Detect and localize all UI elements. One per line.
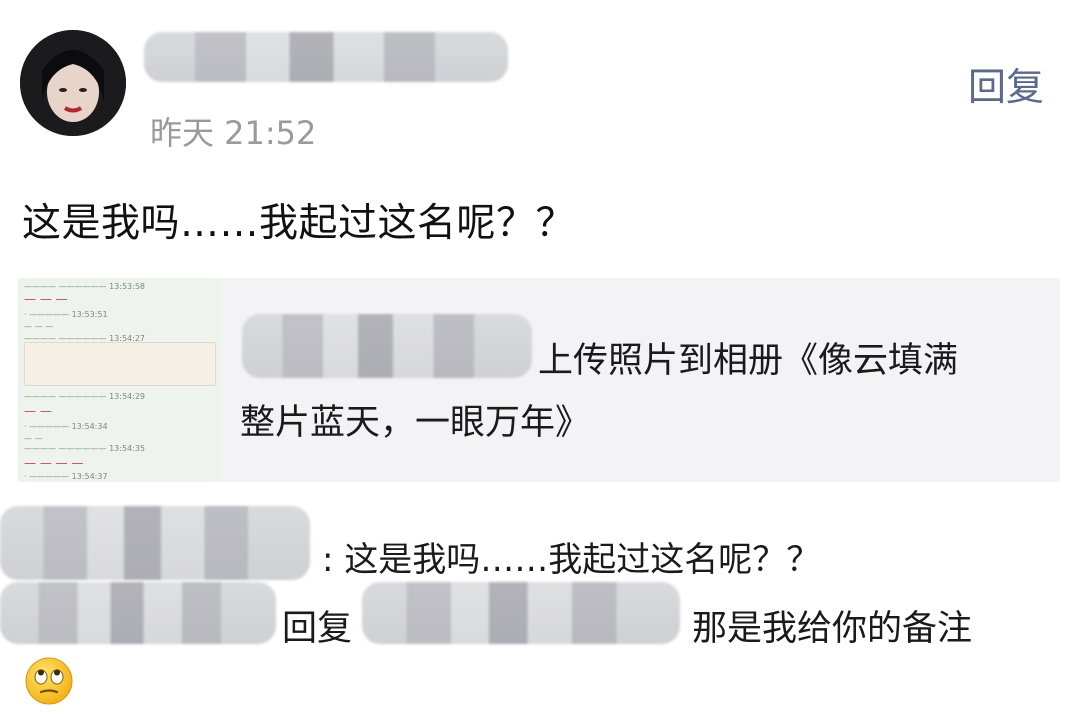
eye-roll-emoji-icon bbox=[24, 656, 74, 706]
shared-album-card[interactable]: ———— —————— 13:53:58 — — — · ————— 13:53… bbox=[18, 278, 1060, 482]
reply-word: 回复 bbox=[282, 609, 353, 649]
reply-button[interactable]: 回复 bbox=[968, 56, 1044, 111]
blurred-commenter-name[interactable] bbox=[0, 506, 310, 580]
album-thumbnail: ———— —————— 13:53:58 — — — · ————— 13:53… bbox=[18, 278, 222, 482]
blurred-reply-target-name[interactable] bbox=[362, 582, 680, 644]
album-share-line-2: 整片蓝天，一眼万年》 bbox=[240, 403, 591, 443]
blurred-username[interactable] bbox=[144, 32, 508, 82]
blurred-replier-name[interactable] bbox=[0, 582, 276, 644]
album-share-line-1: 上传照片到相册《像云填满 bbox=[538, 341, 959, 381]
reply-comment-text: 那是我给你的备注 bbox=[692, 609, 973, 649]
avatar[interactable] bbox=[20, 30, 126, 136]
comment: : 这是我吗……我起过这名呢？？ bbox=[322, 532, 820, 581]
post-timestamp: 昨天 21:52 bbox=[150, 114, 317, 152]
avatar-photo bbox=[20, 30, 126, 136]
album-share-text[interactable]: 上传照片到相册《像云填满 整片蓝天，一眼万年》 bbox=[240, 330, 1040, 454]
post-text: 这是我吗……我起过这名呢？？ bbox=[22, 201, 576, 246]
comment-text: 这是我吗……我起过这名呢？？ bbox=[344, 540, 821, 580]
comment-separator: : bbox=[322, 540, 334, 580]
